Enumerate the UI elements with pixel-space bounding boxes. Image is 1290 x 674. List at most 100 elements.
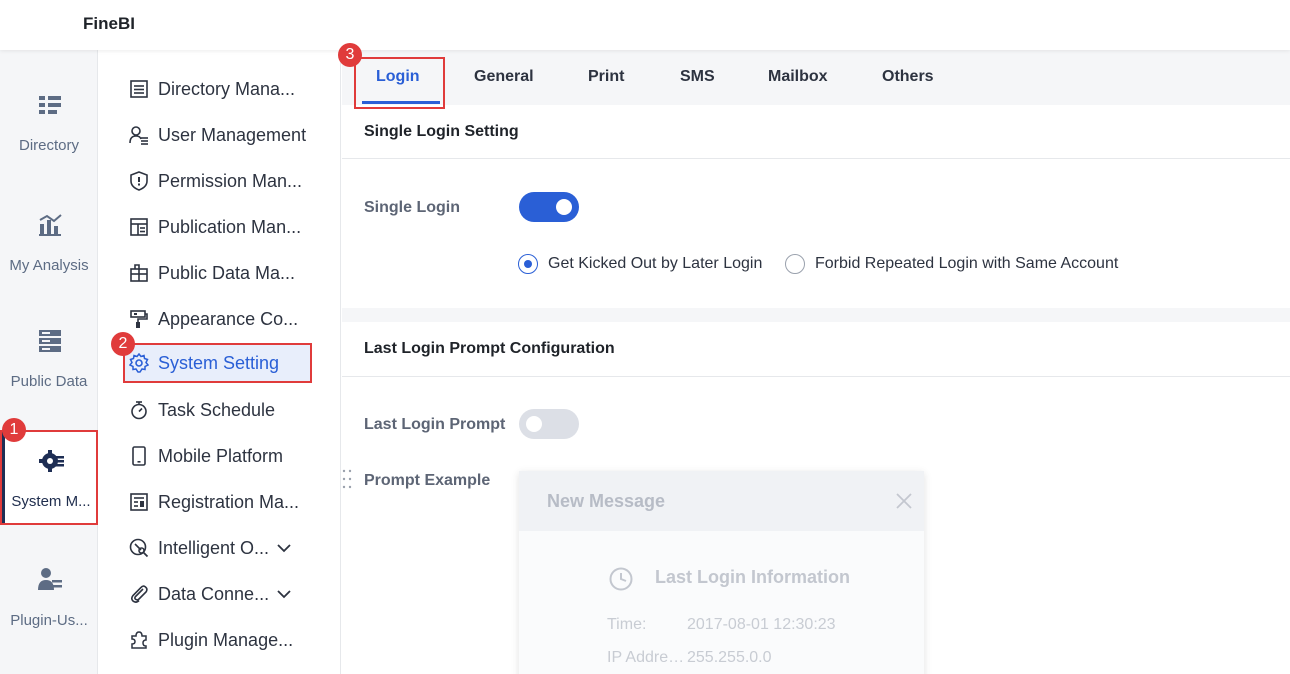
tab-others[interactable]: Others	[882, 68, 934, 86]
tab-login[interactable]: Login	[376, 68, 420, 86]
tab-sms[interactable]: SMS	[680, 68, 715, 86]
submenu-label: Publication Man...	[158, 216, 302, 237]
submenu-appearance-configuration[interactable]: Appearance Co...	[123, 299, 338, 339]
radio-label: Forbid Repeated Login with Same Account	[815, 255, 1119, 272]
tab-mailbox[interactable]: Mailbox	[768, 68, 828, 86]
preview-subtitle: Last Login Information	[655, 567, 850, 587]
settings-tabs: Login General Print SMS Mailbox Others	[342, 50, 1290, 109]
radio-kicked-out[interactable]: Get Kicked Out by Later Login	[518, 254, 762, 274]
active-tab-underline	[362, 101, 440, 104]
analysis-chart-icon	[39, 214, 62, 236]
preview-time-key: Time:	[607, 616, 647, 633]
intelligent-icon	[129, 538, 149, 558]
submenu-label: Public Data Ma...	[158, 262, 296, 283]
submenu-directory-management[interactable]: Directory Mana...	[123, 69, 338, 109]
close-icon	[896, 493, 912, 509]
nav-item-plugin-user[interactable]: Plugin-Us...	[0, 558, 98, 653]
nav-label: System M...	[11, 493, 91, 510]
single-login-section-title: Single Login Setting	[364, 123, 519, 140]
drag-handle-icon[interactable]	[342, 468, 352, 490]
submenu-label: Directory Mana...	[158, 78, 296, 99]
nav-label: Public Data	[10, 373, 88, 390]
last-login-prompt-toggle[interactable]	[519, 409, 579, 439]
submenu-label: System Setting	[158, 352, 280, 373]
shield-icon	[130, 171, 148, 191]
nav-label: Plugin-Us...	[10, 612, 88, 629]
preview-ip-value: 255.255.0.0	[687, 649, 772, 666]
preview-ip-key: IP Address:	[607, 649, 685, 666]
submenu-public-data-management[interactable]: Public Data Ma...	[123, 253, 338, 293]
tab-general[interactable]: General	[474, 68, 534, 86]
registration-icon	[130, 493, 148, 511]
toggle-knob	[526, 416, 542, 432]
system-submenu: Directory Mana... User Management Permis…	[98, 50, 341, 674]
preview-time-value: 2017-08-01 12:30:23	[687, 616, 836, 633]
app-title: FineBI	[83, 14, 135, 33]
nav-label: My Analysis	[9, 257, 89, 274]
top-bar: FineBI	[0, 0, 1290, 50]
single-login-label: Single Login	[364, 199, 460, 216]
left-nav: Directory My Analysis Public Data System…	[0, 50, 98, 674]
last-login-section-title: Last Login Prompt Configuration	[364, 340, 615, 357]
submenu-publication-management[interactable]: Publication Man...	[123, 207, 338, 247]
plugin-user-icon	[38, 568, 62, 590]
paint-roller-icon	[130, 310, 148, 328]
radio-forbid-repeated[interactable]: Forbid Repeated Login with Same Account	[785, 254, 1118, 274]
toggle-knob	[556, 199, 572, 215]
submenu-label: Permission Man...	[158, 170, 303, 191]
chevron-down-icon[interactable]	[277, 587, 291, 601]
paperclip-icon	[130, 585, 148, 603]
radio-circle[interactable]	[785, 254, 805, 274]
submenu-label: Appearance Co...	[158, 308, 299, 329]
submenu-user-management[interactable]: User Management	[123, 115, 338, 155]
puzzle-icon	[131, 631, 147, 649]
submenu-label: Data Conne...	[158, 583, 270, 604]
chevron-down-icon[interactable]	[277, 541, 291, 555]
submenu-task-schedule[interactable]: Task Schedule	[123, 390, 338, 430]
submenu-system-setting[interactable]: System Setting	[123, 343, 312, 383]
list-icon	[130, 80, 148, 98]
submenu-label: User Management	[158, 124, 307, 145]
publication-icon	[130, 218, 148, 236]
divider	[342, 158, 1290, 159]
submenu-permission-management[interactable]: Permission Man...	[123, 161, 338, 201]
preview-title: New Message	[547, 491, 666, 511]
step-badge-1: 1	[2, 418, 26, 442]
user-list-icon	[129, 126, 148, 145]
submenu-label: Task Schedule	[158, 399, 276, 420]
submenu-plugin-management[interactable]: Plugin Manage...	[123, 620, 338, 660]
submenu-label: Intelligent O...	[158, 537, 270, 558]
nav-item-my-analysis[interactable]: My Analysis	[0, 200, 98, 295]
prompt-example-label: Prompt Example	[364, 472, 491, 489]
submenu-data-connection[interactable]: Data Conne...	[123, 574, 338, 614]
preview-header: New Message	[519, 471, 924, 531]
nav-item-system-management[interactable]: System M...	[0, 430, 98, 525]
step-badge-2: 2	[111, 332, 135, 356]
last-login-prompt-label: Last Login Prompt	[364, 416, 506, 433]
stopwatch-icon	[131, 401, 147, 420]
submenu-intelligent-operation[interactable]: Intelligent O...	[123, 528, 338, 568]
toolbox-icon	[130, 264, 148, 282]
gear-icon	[129, 353, 149, 373]
phone-icon	[132, 446, 146, 466]
step-badge-3: 3	[338, 43, 362, 67]
submenu-label: Mobile Platform	[158, 445, 284, 466]
database-icon	[39, 330, 61, 352]
system-gear-icon	[39, 450, 64, 472]
submenu-label: Registration Ma...	[158, 491, 300, 512]
submenu-mobile-platform[interactable]: Mobile Platform	[123, 436, 338, 476]
main-panel: Login General Print SMS Mailbox Others S…	[342, 50, 1290, 674]
divider	[342, 376, 1290, 377]
clock-icon	[609, 567, 633, 591]
radio-label: Get Kicked Out by Later Login	[548, 255, 763, 272]
tab-print[interactable]: Print	[588, 68, 624, 86]
radio-circle-checked[interactable]	[518, 254, 538, 274]
prompt-preview-dialog: New Message Last Login Information Time:…	[519, 471, 924, 674]
single-login-toggle[interactable]	[519, 192, 579, 222]
nav-item-public-data[interactable]: Public Data	[0, 318, 98, 413]
nav-item-directory[interactable]: Directory	[0, 80, 98, 175]
section-gap	[342, 308, 1290, 322]
submenu-label: Plugin Manage...	[158, 629, 294, 650]
directory-icon	[39, 96, 61, 114]
submenu-registration-management[interactable]: Registration Ma...	[123, 482, 338, 522]
